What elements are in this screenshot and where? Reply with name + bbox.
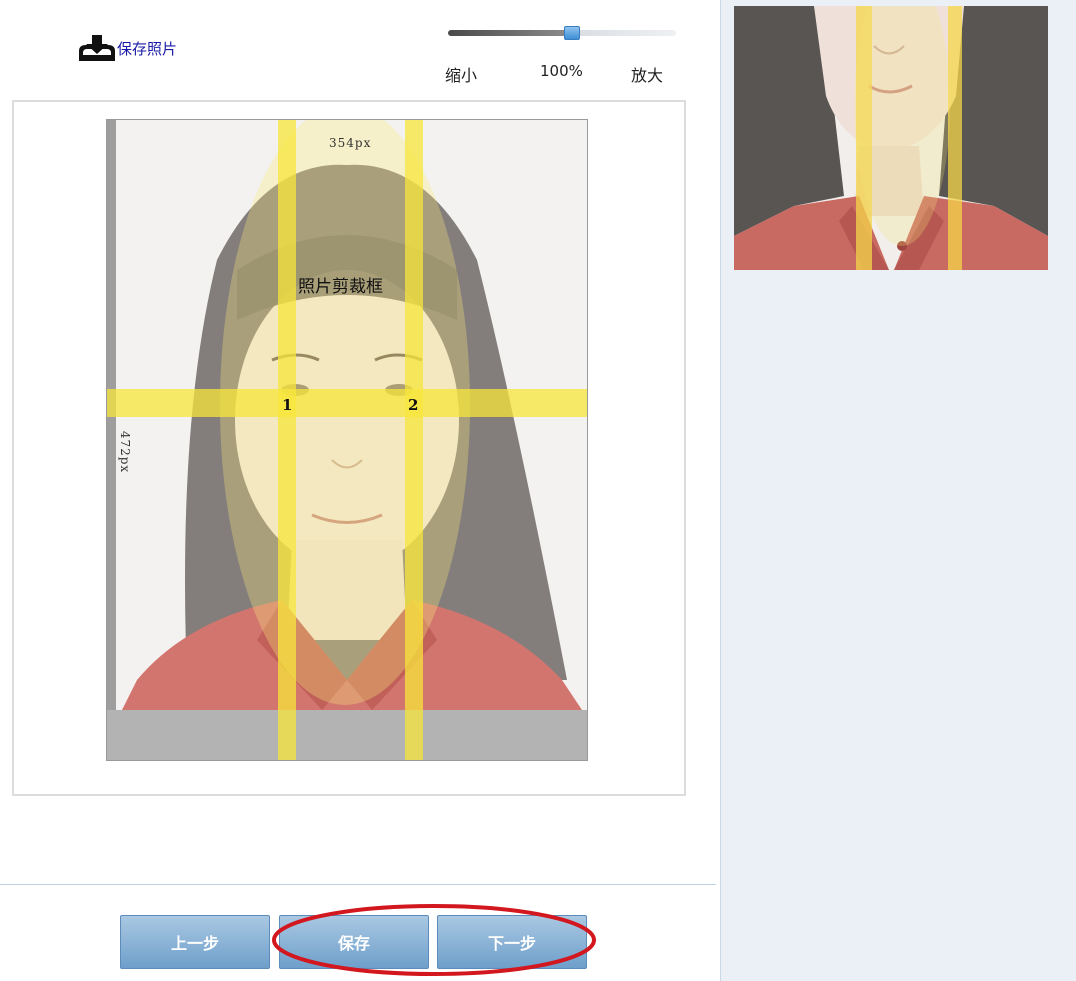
- eye-marker-1[interactable]: 1: [282, 396, 292, 414]
- zoom-in-label: 放大: [631, 66, 664, 85]
- crop-height-label: 472px: [118, 430, 133, 474]
- photo-preview: [734, 6, 1048, 270]
- zoom-percent: 100%: [540, 62, 583, 80]
- download-icon: [79, 35, 115, 61]
- prev-step-button[interactable]: 上一步: [120, 915, 270, 969]
- highlight-circle: [272, 904, 596, 976]
- bottom-divider: [0, 884, 716, 885]
- zoom-out-label: 缩小: [445, 66, 478, 85]
- save-photo-label: 保存照片: [117, 39, 178, 58]
- zoom-slider-track[interactable]: [448, 30, 676, 36]
- crop-frame-label: 照片剪裁框: [298, 277, 383, 297]
- zoom-slider[interactable]: [448, 26, 676, 40]
- crop-canvas[interactable]: [106, 119, 588, 761]
- crop-width-label: 354px: [329, 136, 372, 150]
- save-photo-button[interactable]: 保存照片: [76, 32, 177, 64]
- eye-marker-2[interactable]: 2: [408, 396, 418, 414]
- portrait-photo: [107, 120, 587, 760]
- zoom-slider-thumb[interactable]: [564, 26, 580, 40]
